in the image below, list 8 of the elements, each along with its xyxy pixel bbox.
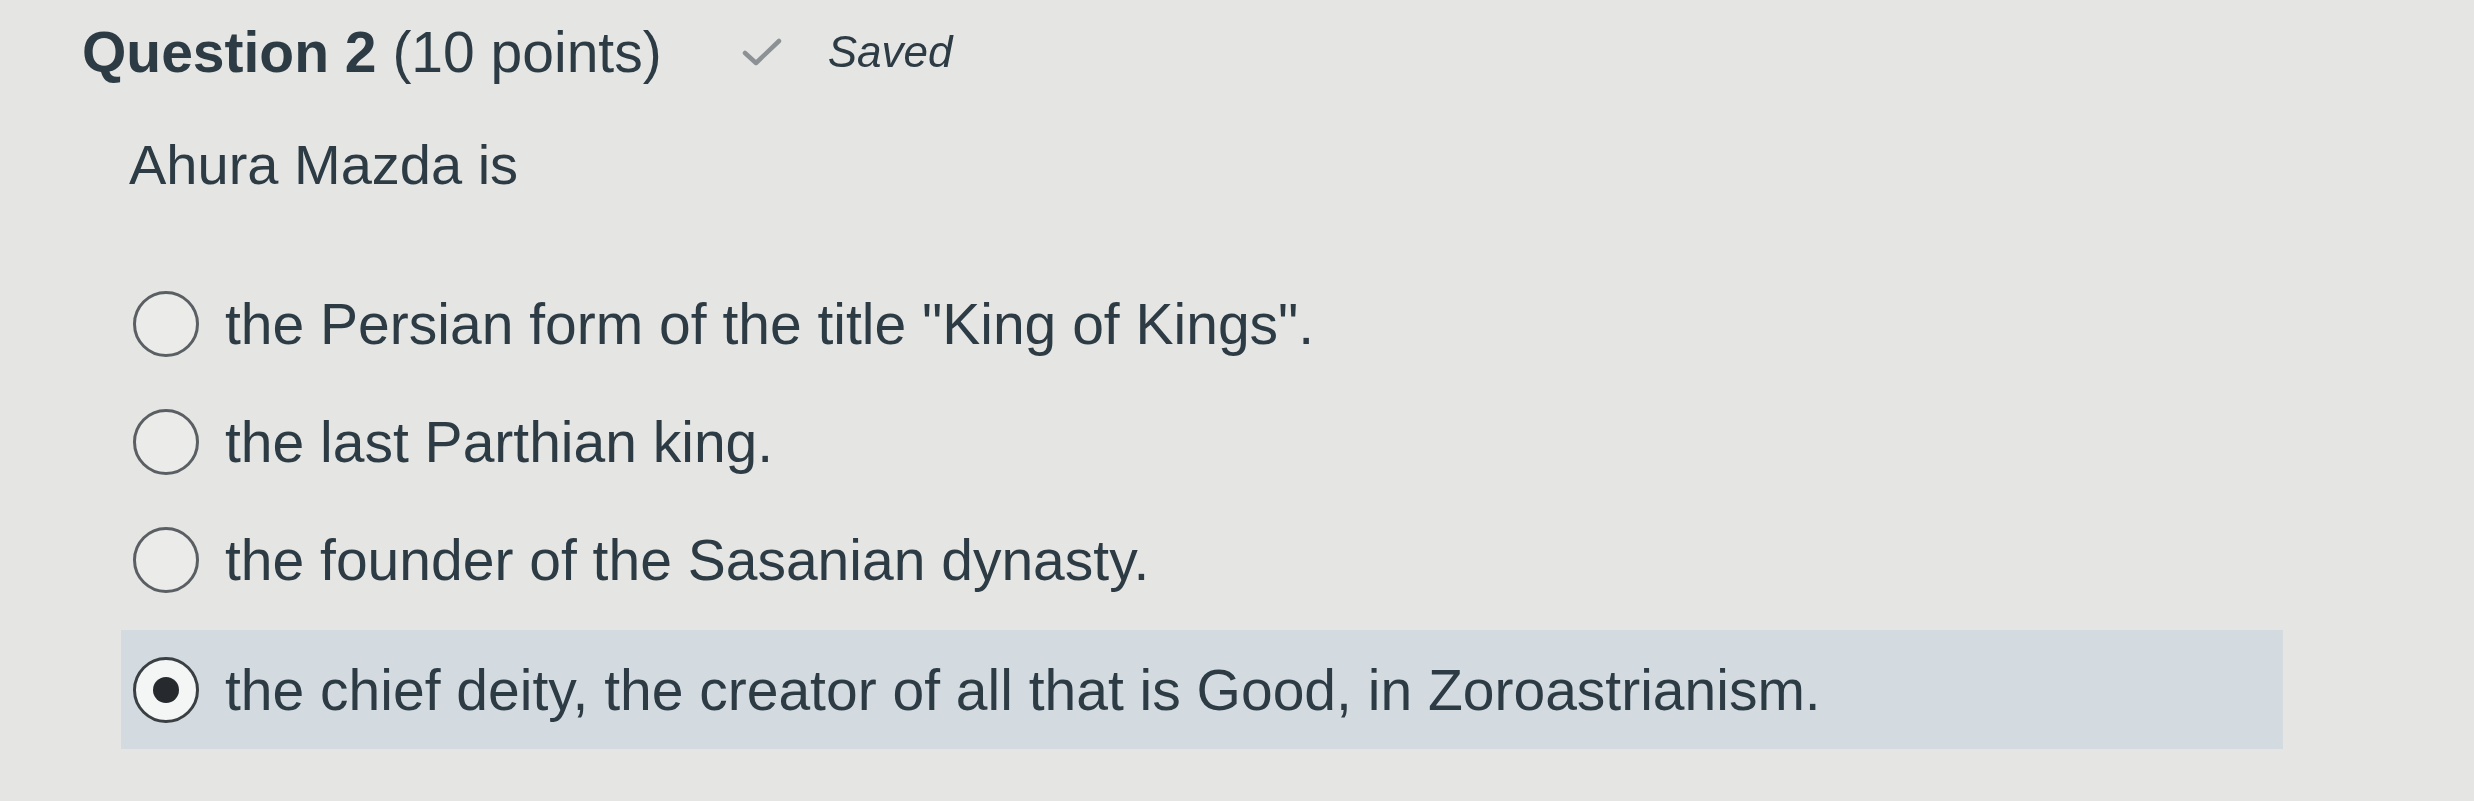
checkmark-icon (741, 38, 782, 66)
answer-option[interactable]: the Persian form of the title "King of Kings". (121, 265, 1339, 383)
answer-option[interactable]: the last Parthian king. (121, 383, 798, 501)
answer-option[interactable]: the founder of the Sasanian dynasty. (121, 501, 1174, 619)
question-title: Question 2 (10 points) (82, 20, 662, 84)
question-prompt: Ahura Mazda is (129, 133, 519, 197)
save-status: Saved (827, 26, 953, 78)
answer-option[interactable]: the chief deity, the creator of all that is Good, in Zoroastrianism. (121, 630, 2283, 749)
